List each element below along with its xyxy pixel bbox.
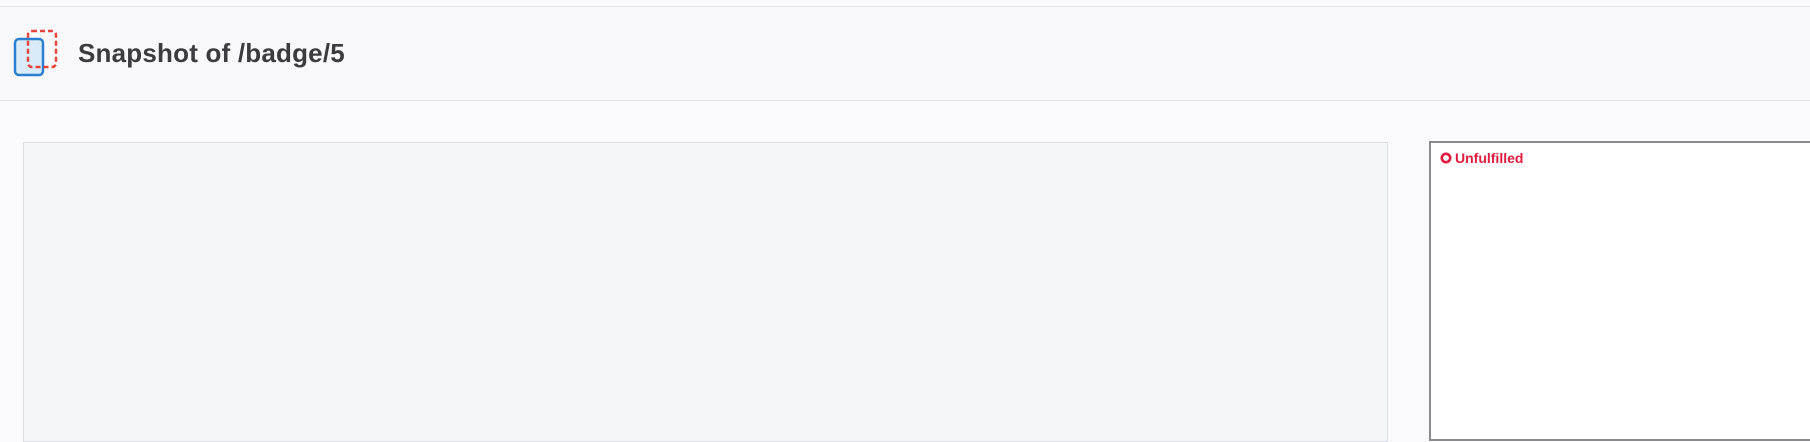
- status-label: Unfulfilled: [1455, 150, 1524, 166]
- status-badge: Unfulfilled: [1440, 150, 1523, 166]
- ring-icon: [1440, 152, 1452, 164]
- snapshot-compare-icon: [13, 29, 58, 77]
- page-header: Snapshot of /badge/5: [0, 7, 1810, 101]
- snapshot-preview-area: [23, 142, 1388, 442]
- status-panel: Unfulfilled: [1429, 141, 1810, 441]
- page-title: Snapshot of /badge/5: [78, 38, 345, 68]
